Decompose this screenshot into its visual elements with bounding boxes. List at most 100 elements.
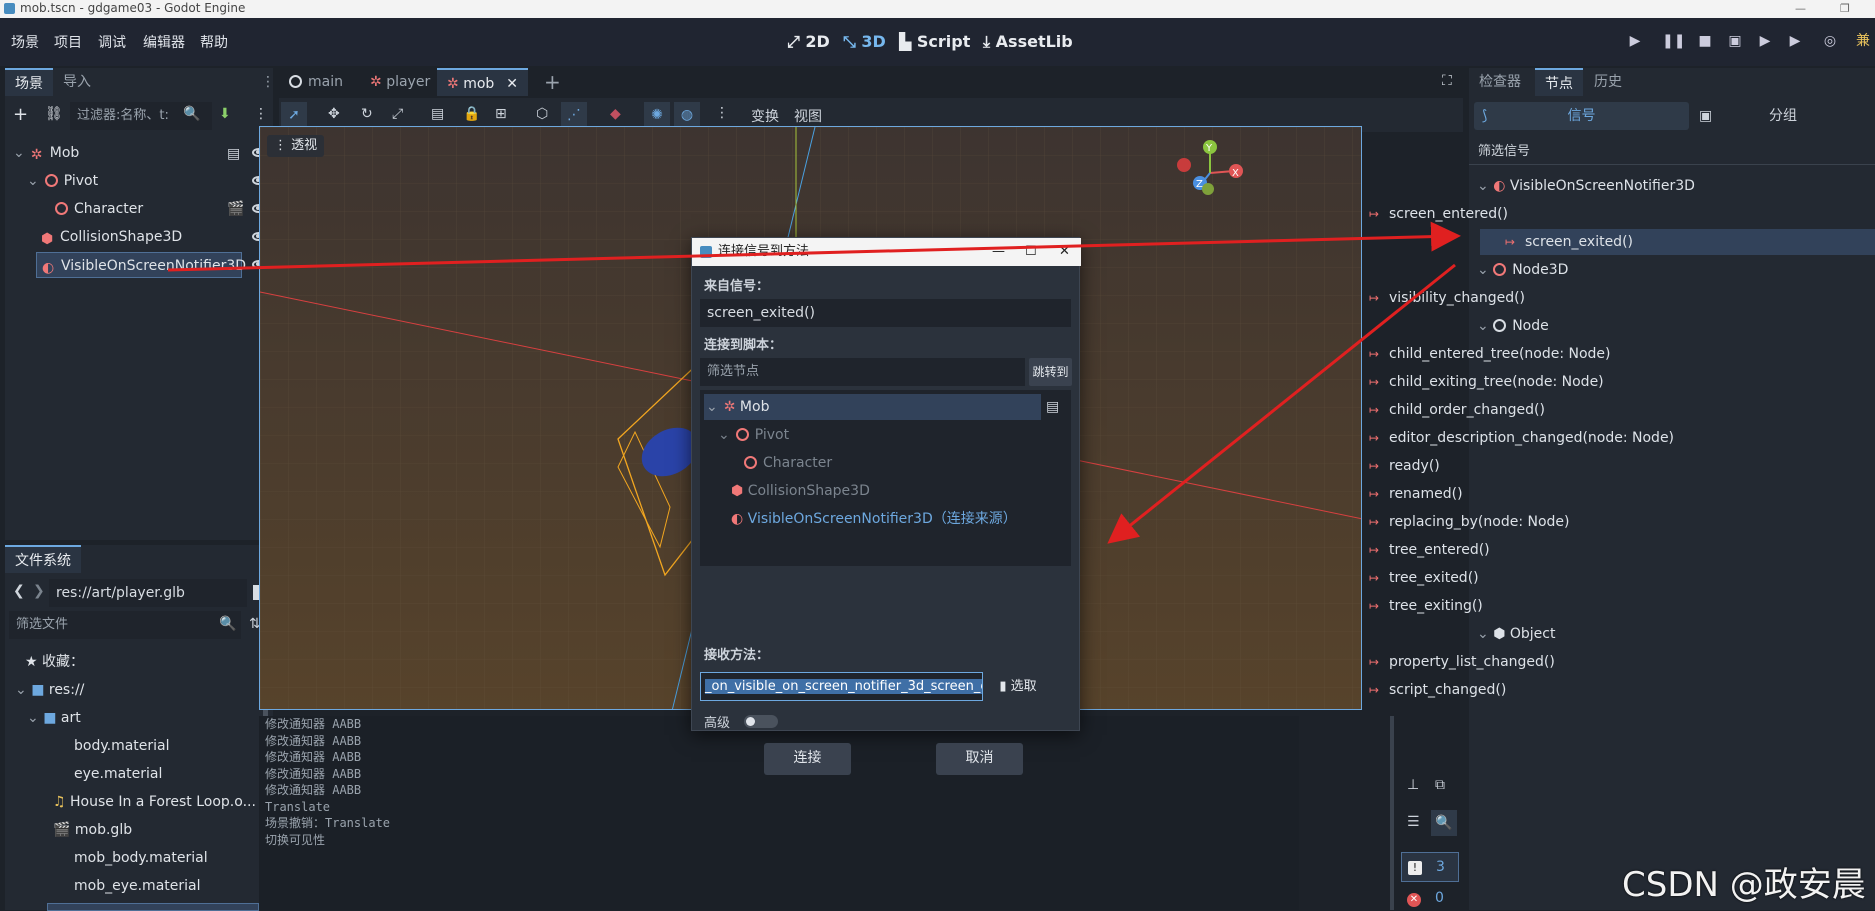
forward-icon[interactable]: ❯ xyxy=(33,583,45,599)
signal-item[interactable]: ↦ visibility_changed() xyxy=(1369,285,1525,311)
fs-art-folder[interactable]: ⌄ ■ art xyxy=(27,705,81,731)
tab-inspector[interactable]: 检查器 xyxy=(1469,68,1531,96)
signal-group-object[interactable]: ⌄ ⬢ Object xyxy=(1477,621,1555,647)
signal-item[interactable]: ↦ replacing_by(node: Node) xyxy=(1369,509,1570,535)
signal-group-visibleonscreennotifier3d[interactable]: ⌄ ◐ VisibleOnScreenNotifier3D xyxy=(1477,173,1695,199)
filesystem-path-input[interactable]: res://art/player.glb xyxy=(49,579,247,607)
search-icon[interactable]: 🔍 xyxy=(1431,810,1457,836)
tree-node-visibleonscreennotifier3d[interactable]: ◐ VisibleOnScreenNotifier3D xyxy=(36,252,246,278)
add-tab-icon[interactable]: + xyxy=(544,70,561,94)
perspective-menu[interactable]: ⋮ 透视 xyxy=(267,135,325,157)
close-icon[interactable]: ✕ xyxy=(1059,238,1070,266)
mode-2d-button[interactable]: ⤢ 2D xyxy=(787,32,830,52)
back-icon[interactable]: ❮ xyxy=(13,583,25,599)
tree-node-character[interactable]: Character xyxy=(55,196,255,222)
close-icon[interactable]: ✕ xyxy=(506,76,518,92)
advanced-toggle[interactable] xyxy=(744,715,778,728)
maximize-icon[interactable]: ☐ xyxy=(1025,238,1037,266)
more-icon[interactable]: ⋮ xyxy=(715,105,729,121)
collapse-icon[interactable]: ☰ xyxy=(1407,814,1420,830)
play-custom-icon[interactable]: ▶ xyxy=(1787,33,1803,49)
tab-scene[interactable]: 场景 xyxy=(5,68,53,96)
error-filter[interactable]: ✕ 0 xyxy=(1401,886,1459,910)
select-tool-icon[interactable]: ➚ xyxy=(281,102,307,128)
fs-file[interactable]: eye.material xyxy=(74,761,162,787)
signal-item[interactable]: ↦ tree_entered() xyxy=(1369,537,1490,563)
group-icon[interactable]: ⊞ xyxy=(495,106,507,122)
move-tool-icon[interactable]: ✥ xyxy=(328,106,340,122)
copy-icon[interactable]: ⧉ xyxy=(1435,777,1445,793)
console-scrollbar[interactable] xyxy=(1390,716,1394,910)
lock-icon[interactable]: 🔒 xyxy=(463,106,480,122)
signal-item[interactable]: ↦ editor_description_changed(node: Node) xyxy=(1369,425,1674,451)
minimize-icon[interactable]: — xyxy=(1795,0,1806,17)
goto-source-button[interactable]: 跳转到源 xyxy=(1029,358,1072,407)
menu-help[interactable]: 帮助 xyxy=(200,32,228,52)
remote-debug-icon[interactable]: ▣ xyxy=(1727,33,1743,49)
pause-icon[interactable]: ❚❚ xyxy=(1662,33,1685,49)
signal-item[interactable]: ↦ tree_exiting() xyxy=(1369,593,1483,619)
signal-item-selected[interactable]: ↦ screen_exited() xyxy=(1480,229,1875,255)
signal-item[interactable]: ↦ tree_exited() xyxy=(1369,565,1479,591)
signal-group-node3d[interactable]: ⌄ Node3D xyxy=(1477,257,1568,283)
tab-import[interactable]: 导入 xyxy=(53,68,101,96)
menu-scene[interactable]: 场景 xyxy=(11,32,39,52)
environment-icon[interactable]: ◍ xyxy=(674,102,700,128)
transform-menu[interactable]: 变换 xyxy=(751,106,779,126)
menu-editor[interactable]: 编辑器 xyxy=(143,32,185,52)
tab-player[interactable]: ✲ player xyxy=(360,68,440,96)
camera-icon[interactable]: ◆ xyxy=(610,106,621,122)
fs-file[interactable]: mob_body.material xyxy=(74,845,208,871)
fs-favorites[interactable]: ★ 收藏： xyxy=(25,649,84,675)
signal-item[interactable]: ↦ child_exiting_tree(node: Node) xyxy=(1369,369,1604,395)
renderer-icon[interactable]: 兼 xyxy=(1855,33,1871,49)
warning-filter[interactable]: ! 3 xyxy=(1401,852,1459,882)
dock-menu-icon[interactable]: ⋮ xyxy=(261,74,275,90)
signal-item[interactable]: ↦ screen_entered() xyxy=(1369,201,1508,227)
pick-method-button[interactable]: ▮ 选取 xyxy=(990,672,1046,701)
dialog-tree-mob[interactable]: ⌄ ✲ Mob xyxy=(704,394,1041,420)
mode-script-button[interactable]: ▙ Script xyxy=(899,32,970,51)
stop-icon[interactable]: ■ xyxy=(1697,33,1713,49)
snap-icon[interactable]: ⋰ xyxy=(561,102,587,128)
mode-3d-button[interactable]: ⤡ 3D xyxy=(843,32,886,52)
instance-scene-icon[interactable]: ⬇ xyxy=(219,106,231,122)
signal-item[interactable]: ↦ child_entered_tree(node: Node) xyxy=(1369,341,1611,367)
rotate-tool-icon[interactable]: ↻ xyxy=(361,106,373,122)
signal-item[interactable]: ↦ ready() xyxy=(1369,453,1440,479)
signal-item[interactable]: ↦ renamed() xyxy=(1369,481,1463,507)
cancel-button[interactable]: 取消 xyxy=(936,743,1023,775)
add-node-icon[interactable]: + xyxy=(13,104,28,125)
signal-group-node[interactable]: ⌄ Node xyxy=(1477,313,1549,339)
fs-res-root[interactable]: ⌄ ■ res:// xyxy=(15,677,84,703)
tab-node[interactable]: 节点 xyxy=(1535,68,1583,96)
minimize-icon[interactable]: — xyxy=(992,238,1005,266)
scale-tool-icon[interactable]: ⤢ xyxy=(392,106,403,122)
signal-item[interactable]: ↦ property_list_changed() xyxy=(1369,649,1555,675)
mode-assetlib-button[interactable]: ⤓ AssetLib xyxy=(983,32,1073,52)
fs-file[interactable]: body.material xyxy=(74,733,170,759)
tree-node-pivot[interactable]: ⌄ Pivot xyxy=(27,168,267,194)
fs-file[interactable]: 🎬 mob.glb xyxy=(53,817,132,843)
tree-node-collisionshape3d[interactable]: ⬢ CollisionShape3D xyxy=(41,224,261,250)
receiver-method-input[interactable]: _on_visible_on_screen_notifier_3d_screen… xyxy=(700,672,983,701)
link-icon[interactable]: ⛓ xyxy=(45,106,63,122)
file-filter-input[interactable]: 筛选文件 xyxy=(9,611,241,639)
movie-maker-icon[interactable]: ◎ xyxy=(1822,33,1838,49)
play-icon[interactable]: ▶ xyxy=(1627,33,1643,49)
scene-menu-icon[interactable]: ⋮ xyxy=(254,106,268,122)
signal-item[interactable]: ↦ script_changed() xyxy=(1369,677,1506,703)
menu-debug[interactable]: 调试 xyxy=(98,32,126,52)
fullscreen-icon[interactable]: ⛶ xyxy=(1442,73,1452,89)
clapperboard-icon[interactable]: 🎬 xyxy=(227,201,244,217)
tab-filesystem[interactable]: 文件系统 xyxy=(5,545,81,573)
connect-button[interactable]: 连接 xyxy=(764,743,851,775)
signal-filter[interactable]: 筛选信号 xyxy=(1478,140,1530,159)
sun-icon[interactable]: ✺ xyxy=(644,102,670,128)
play-scene-icon[interactable]: ▶ xyxy=(1757,33,1773,49)
tab-main[interactable]: main xyxy=(279,68,353,96)
view-menu[interactable]: 视图 xyxy=(794,106,822,126)
tab-history[interactable]: 历史 xyxy=(1584,68,1632,96)
fs-file[interactable]: mob_eye.material xyxy=(74,873,201,899)
tab-mob[interactable]: ✲ mob ✕ xyxy=(437,68,529,96)
